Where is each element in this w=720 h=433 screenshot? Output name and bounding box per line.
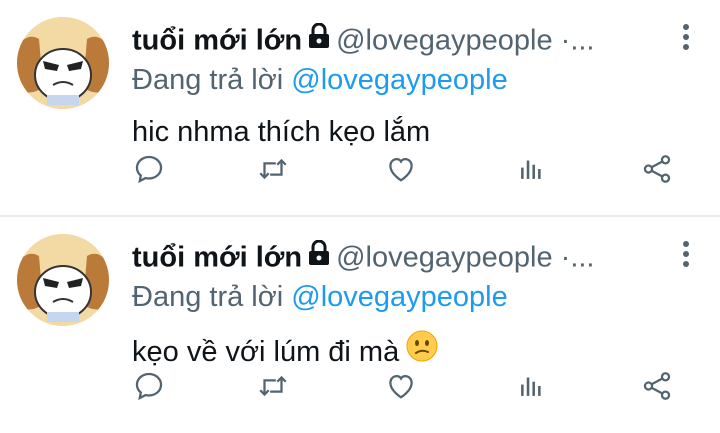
tweet-text: kẹo về với lúm đi mà [132,336,400,369]
tweet-text: hic nhma thích kẹo lắm [132,116,431,148]
replying-to-label: Đang trả lời [132,64,284,96]
reply-mention-link[interactable]: @lovegaypeople [291,64,507,96]
tweet-header: tuổi mới lớn @lovegaypeople ·... [132,237,672,277]
display-name[interactable]: tuổi mới lớn [132,25,302,57]
tweet-header: tuổi mới lớn @lovegaypeople ·... [132,20,672,60]
like-icon[interactable] [384,369,418,403]
reply-icon[interactable] [132,369,166,403]
more-options-icon[interactable] [682,22,690,52]
tweet[interactable]: tuổi mới lớn @lovegaypeople ·... Đang trả… [0,215,720,430]
avatar[interactable] [17,17,109,109]
avatar[interactable] [17,234,109,326]
analytics-icon[interactable] [514,152,548,186]
tweet[interactable]: tuổi mới lớn @lovegaypeople ·... Đang trả… [0,0,720,215]
retweet-icon[interactable] [256,369,290,403]
tweet-actions [132,152,687,192]
more-options-icon[interactable] [682,239,690,269]
analytics-icon[interactable] [514,369,548,403]
retweet-icon[interactable] [256,152,290,186]
tweet-actions [132,369,687,409]
replying-to-label: Đang trả lời [132,281,284,313]
username-handle[interactable]: @lovegaypeople [336,25,552,57]
username-handle[interactable]: @lovegaypeople [336,242,552,274]
reply-mention-link[interactable]: @lovegaypeople [291,281,507,313]
like-icon[interactable] [384,152,418,186]
timestamp-truncated: ·... [560,24,595,57]
lock-icon [308,237,330,277]
share-icon[interactable] [640,369,674,403]
replying-to: Đang trả lời @lovegaypeople [132,60,508,100]
reply-icon[interactable] [132,152,166,186]
replying-to: Đang trả lời @lovegaypeople [132,277,508,317]
display-name[interactable]: tuổi mới lớn [132,242,302,274]
timestamp-truncated: ·... [560,241,595,274]
confused-face-emoji [405,329,439,374]
share-icon[interactable] [640,152,674,186]
lock-icon [308,20,330,60]
